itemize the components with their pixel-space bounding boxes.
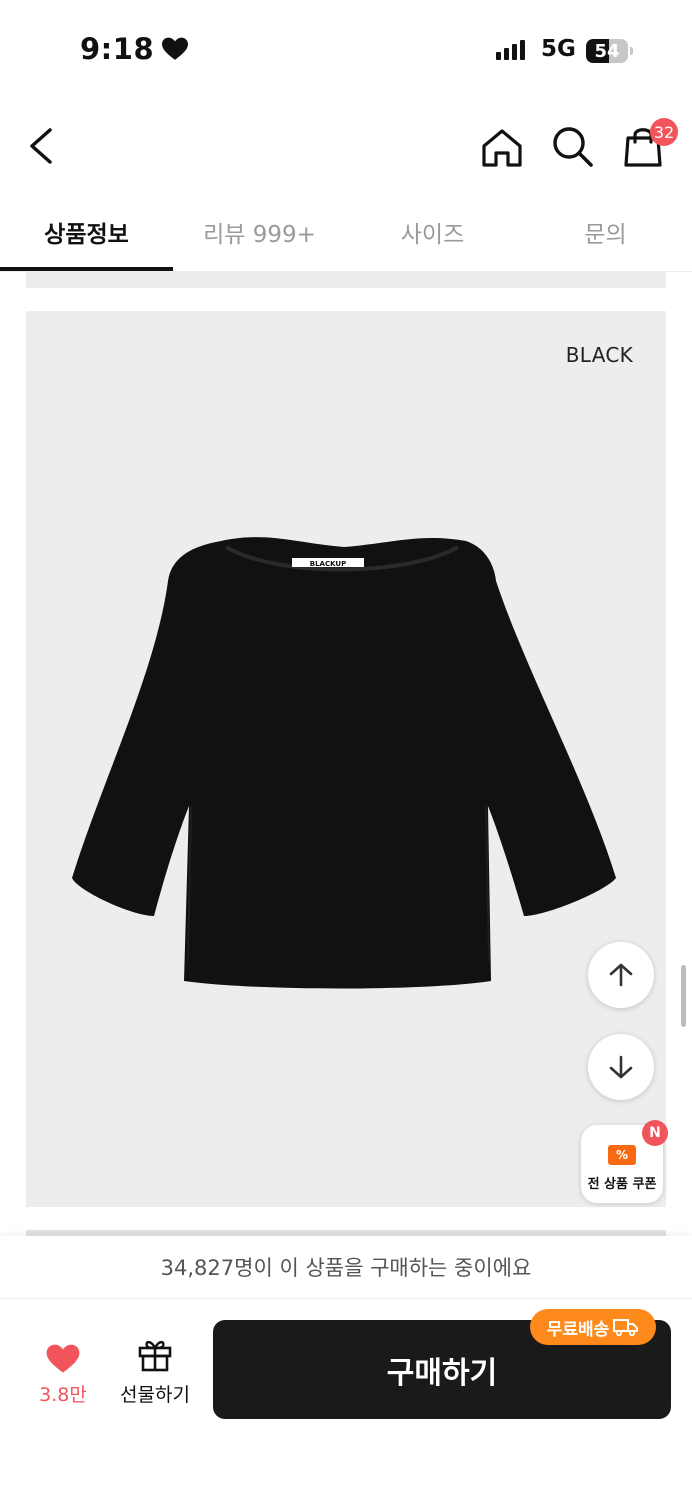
gift-button[interactable]: 선물하기 bbox=[112, 1336, 198, 1408]
purchase-notice: 34,827명이 이 상품을 구매하는 중이에요 bbox=[160, 1256, 532, 1280]
battery-tip bbox=[630, 47, 633, 55]
black-tshirt-image: BLACKUP bbox=[72, 537, 616, 989]
like-count: 3.8만 bbox=[39, 1384, 87, 1406]
tab-reviews[interactable]: 리뷰 999+ bbox=[173, 212, 346, 252]
battery-icon: 54 bbox=[586, 39, 628, 63]
previous-image-edge bbox=[26, 272, 666, 288]
heart-icon bbox=[46, 1344, 80, 1373]
like-button[interactable]: 3.8만 bbox=[30, 1340, 96, 1412]
scroll-up-button[interactable] bbox=[588, 942, 654, 1008]
signal-icon bbox=[496, 40, 525, 60]
back-icon bbox=[30, 128, 52, 164]
tab-product-info[interactable]: 상품정보 bbox=[0, 212, 173, 252]
free-shipping-label: 무료배송 bbox=[546, 1319, 610, 1340]
coupon-icon: % bbox=[608, 1145, 636, 1165]
search-icon bbox=[553, 127, 593, 167]
heart-icon bbox=[162, 37, 189, 60]
scrollbar[interactable] bbox=[681, 965, 686, 1027]
truck-icon bbox=[613, 1319, 639, 1336]
garment-tag-text: BLACKUP bbox=[310, 560, 346, 568]
arrow-up-icon bbox=[609, 963, 633, 987]
coupon-label: 전 상품 쿠폰 bbox=[587, 1177, 657, 1192]
product-image: BLACK BLACKUP bbox=[26, 311, 666, 1207]
free-shipping-badge: 무료배송 bbox=[530, 1309, 656, 1345]
gift-label: 선물하기 bbox=[120, 1384, 190, 1406]
arrow-down-icon bbox=[609, 1055, 633, 1079]
gift-icon bbox=[138, 1340, 172, 1372]
tab-inquiry[interactable]: 문의 bbox=[519, 212, 692, 252]
cart-count-badge: 32 bbox=[650, 118, 678, 146]
coupon-new-badge: N bbox=[642, 1120, 668, 1146]
bottom-bar-divider bbox=[0, 1298, 692, 1299]
home-button[interactable] bbox=[479, 126, 525, 170]
search-button[interactable] bbox=[550, 124, 596, 170]
back-button[interactable] bbox=[22, 124, 62, 168]
home-icon bbox=[482, 129, 522, 167]
scroll-down-button[interactable] bbox=[588, 1034, 654, 1100]
status-time: 9:18 bbox=[80, 32, 189, 66]
tab-size[interactable]: 사이즈 bbox=[346, 212, 519, 252]
battery-level: 54 bbox=[594, 40, 620, 62]
time-text: 9:18 bbox=[80, 32, 155, 66]
network-type: 5G bbox=[541, 36, 576, 62]
